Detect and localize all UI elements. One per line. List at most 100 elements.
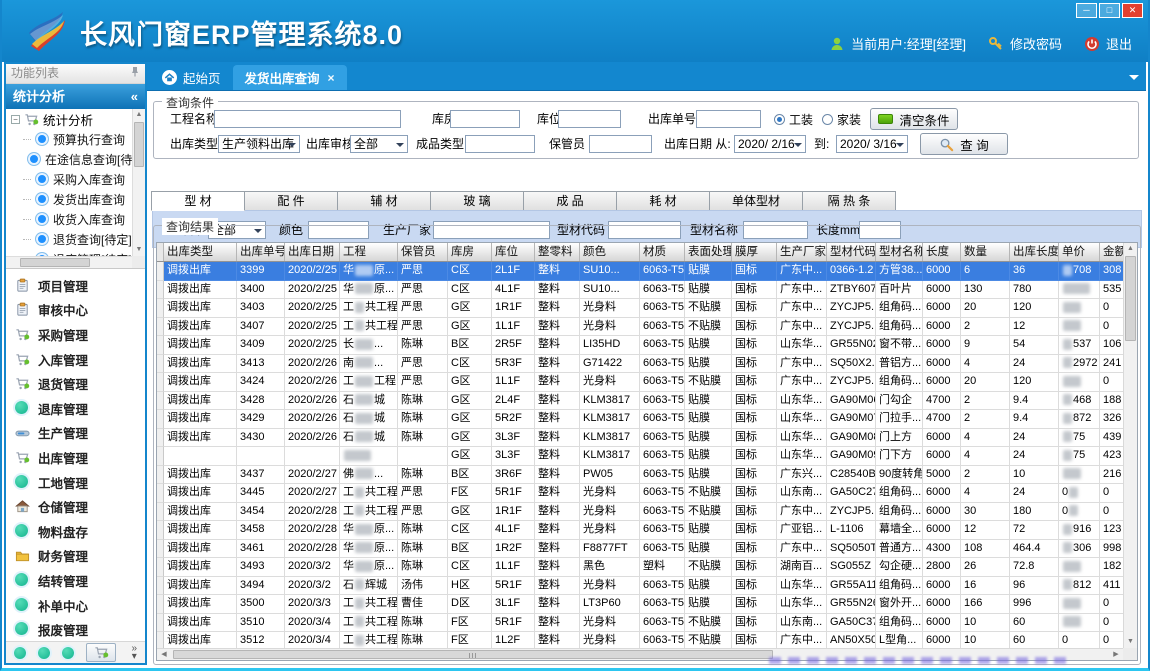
- tree-expander-icon[interactable]: −: [11, 115, 20, 124]
- row-header[interactable]: [157, 595, 164, 614]
- grid-vertical-scrollbar[interactable]: ▲ ▼: [1123, 243, 1137, 648]
- date-to-picker[interactable]: 2020/ 3/16: [836, 135, 908, 153]
- sidebar-item-采购管理[interactable]: 采购管理: [6, 322, 145, 347]
- material-tab-型材[interactable]: 型 材: [151, 191, 245, 211]
- search-button[interactable]: 查 询: [920, 133, 1008, 155]
- sidebar-tree-item[interactable]: 在途信息查询[待: [6, 149, 132, 169]
- sidebar-item-报废管理[interactable]: 报废管理: [6, 617, 145, 641]
- sidebar-tree-item[interactable]: 发货出库查询: [6, 189, 132, 209]
- sidebar-item-出库管理[interactable]: 出库管理: [6, 445, 145, 470]
- column-header-颜色[interactable]: 颜色: [580, 243, 640, 261]
- column-header-数量[interactable]: 数量: [961, 243, 1010, 261]
- sidebar-item-工地管理[interactable]: 工地管理: [6, 470, 145, 495]
- table-row[interactable]: 调拨出库34242020/2/26工工程严思G区1L1F整料光身料6063-T5…: [157, 373, 1123, 392]
- column-header-金额[interactable]: 金额: [1100, 243, 1123, 261]
- maximize-button[interactable]: □: [1099, 3, 1120, 18]
- row-header[interactable]: [157, 318, 164, 337]
- column-header-型材代码[interactable]: 型材代码: [827, 243, 876, 261]
- row-header[interactable]: [157, 558, 164, 577]
- column-header-膜厚[interactable]: 膜厚: [732, 243, 777, 261]
- column-header-整零料[interactable]: 整零料: [535, 243, 580, 261]
- table-row[interactable]: 调拨出库35102020/3/4工共工程陈琳F区5R1F整料光身料6063-T5…: [157, 614, 1123, 633]
- row-header[interactable]: [157, 262, 164, 281]
- order-no-input[interactable]: [696, 110, 761, 128]
- change-password-link[interactable]: 修改密码: [1010, 34, 1062, 53]
- row-header[interactable]: [157, 540, 164, 559]
- table-row[interactable]: 调拨出库34002020/2/25华原...严思C区4L1F整料SU10...6…: [157, 281, 1123, 300]
- scroll-up-icon[interactable]: ▲: [1124, 243, 1137, 255]
- cart-shortcut-button[interactable]: [86, 643, 116, 662]
- clear-conditions-button[interactable]: 清空条件: [870, 108, 958, 130]
- scroll-down-icon[interactable]: ▼: [1124, 636, 1137, 648]
- row-header[interactable]: [157, 521, 164, 540]
- outbound-type-select[interactable]: 生产领料出库: [218, 135, 300, 153]
- table-row[interactable]: 调拨出库35002020/3/3工共工程曹佳D区3L1F整料LT3P606063…: [157, 595, 1123, 614]
- sidebar-group-header[interactable]: 统计分析 «: [6, 84, 145, 109]
- sidebar-item-审核中心[interactable]: 审核中心: [6, 298, 145, 323]
- column-header-长度[interactable]: 长度: [923, 243, 961, 261]
- row-header[interactable]: [157, 392, 164, 411]
- row-header[interactable]: [157, 503, 164, 522]
- table-row[interactable]: 调拨出库34582020/2/28华原...陈琳C区4L1F整料光身料6063-…: [157, 521, 1123, 540]
- row-header[interactable]: [157, 614, 164, 633]
- tab-起始页[interactable]: 起始页: [150, 65, 233, 90]
- radio-unselected-icon[interactable]: [822, 114, 833, 125]
- row-header[interactable]: [157, 429, 164, 448]
- tab-list-caret-icon[interactable]: [1129, 75, 1139, 85]
- material-tab-辅材[interactable]: 辅 材: [337, 191, 431, 211]
- table-row[interactable]: 调拨出库34302020/2/26石城陈琳G区3L3F整料KLM38176063…: [157, 429, 1123, 448]
- circle-icon[interactable]: [38, 647, 50, 659]
- material-tab-玻璃[interactable]: 玻 璃: [430, 191, 524, 211]
- table-row[interactable]: 调拨出库34452020/2/27工共工程严思F区5R1F整料光身料6063-T…: [157, 484, 1123, 503]
- row-header[interactable]: [157, 466, 164, 485]
- sidebar-item-结转管理[interactable]: 结转管理: [6, 568, 145, 593]
- circle-icon[interactable]: [14, 647, 26, 659]
- row-header[interactable]: [157, 447, 164, 466]
- sidebar-item-退货管理[interactable]: 退货管理: [6, 371, 145, 396]
- column-header-出库类型[interactable]: 出库类型: [164, 243, 237, 261]
- scroll-up-icon[interactable]: ▲: [133, 109, 145, 121]
- sidebar-item-入库管理[interactable]: 入库管理: [6, 347, 145, 372]
- table-row[interactable]: 调拨出库34092020/2/25长...陈琳B区2R5F整料LI35HD606…: [157, 336, 1123, 355]
- column-header-库位[interactable]: 库位: [492, 243, 535, 261]
- table-row[interactable]: 调拨出库35122020/3/4工共工程陈琳F区1L2F整料光身料6063-T5…: [157, 632, 1123, 648]
- scroll-down-icon[interactable]: ▼: [133, 244, 145, 256]
- material-tab-配件[interactable]: 配 件: [244, 191, 338, 211]
- table-row[interactable]: 调拨出库33992020/2/25华原...严思C区2L1F整料SU10...6…: [157, 262, 1123, 281]
- tree-vertical-scrollbar[interactable]: ▲ ▼: [132, 109, 145, 256]
- sidebar-tree-item[interactable]: 退货查询[待定]: [6, 229, 132, 249]
- more-buttons-chevron[interactable]: »▾: [131, 645, 137, 661]
- warehouse-input[interactable]: [450, 110, 520, 128]
- column-header-工程[interactable]: 工程: [340, 243, 398, 261]
- column-header-生产厂家[interactable]: 生产厂家: [777, 243, 827, 261]
- column-header-出库日期[interactable]: 出库日期: [285, 243, 340, 261]
- table-row[interactable]: 调拨出库34542020/2/28工共工程严思G区1R1F整料光身料6063-T…: [157, 503, 1123, 522]
- row-header[interactable]: [157, 632, 164, 648]
- tree-horizontal-scrollbar[interactable]: [6, 256, 132, 268]
- material-tab-单体型材[interactable]: 单体型材: [709, 191, 803, 211]
- location-input[interactable]: [558, 110, 621, 128]
- close-button[interactable]: ✕: [1122, 3, 1143, 18]
- sidebar-item-补单中心[interactable]: 补单中心: [6, 593, 145, 618]
- sidebar-item-财务管理[interactable]: 财务管理: [6, 544, 145, 569]
- column-header-库房[interactable]: 库房: [448, 243, 492, 261]
- sidebar-item-项目管理[interactable]: 项目管理: [6, 273, 145, 298]
- row-header[interactable]: [157, 355, 164, 374]
- keeper-input[interactable]: [589, 135, 652, 153]
- column-header-单价[interactable]: 单价: [1059, 243, 1100, 261]
- audit-select[interactable]: 全部: [350, 135, 408, 153]
- tab-close-icon[interactable]: ×: [328, 71, 335, 85]
- scroll-right-icon[interactable]: ▶: [1109, 649, 1123, 661]
- tree-root-statistics[interactable]: − 统计分析: [6, 109, 132, 129]
- table-row[interactable]: 调拨出库34072020/2/25工共工程严思G区1L1F整料光身料6063-T…: [157, 318, 1123, 337]
- table-row[interactable]: 调拨出库34942020/3/2石辉城汤伟H区5R1F整料光身料6063-T5贴…: [157, 577, 1123, 596]
- minimize-button[interactable]: ─: [1076, 3, 1097, 18]
- sidebar-tree-item[interactable]: 预算执行查询: [6, 129, 132, 149]
- table-row[interactable]: 调拨出库34612020/2/28华原...陈琳B区1R2F整料F8877FT6…: [157, 540, 1123, 559]
- material-tab-隔热条[interactable]: 隔 热 条: [802, 191, 896, 211]
- column-header-型材名称[interactable]: 型材名称: [876, 243, 923, 261]
- scroll-left-icon[interactable]: ◀: [157, 649, 171, 661]
- material-tab-成品[interactable]: 成 品: [523, 191, 617, 211]
- tab-发货出库查询[interactable]: 发货出库查询×: [233, 65, 347, 90]
- sidebar-item-仓储管理[interactable]: 仓储管理: [6, 494, 145, 519]
